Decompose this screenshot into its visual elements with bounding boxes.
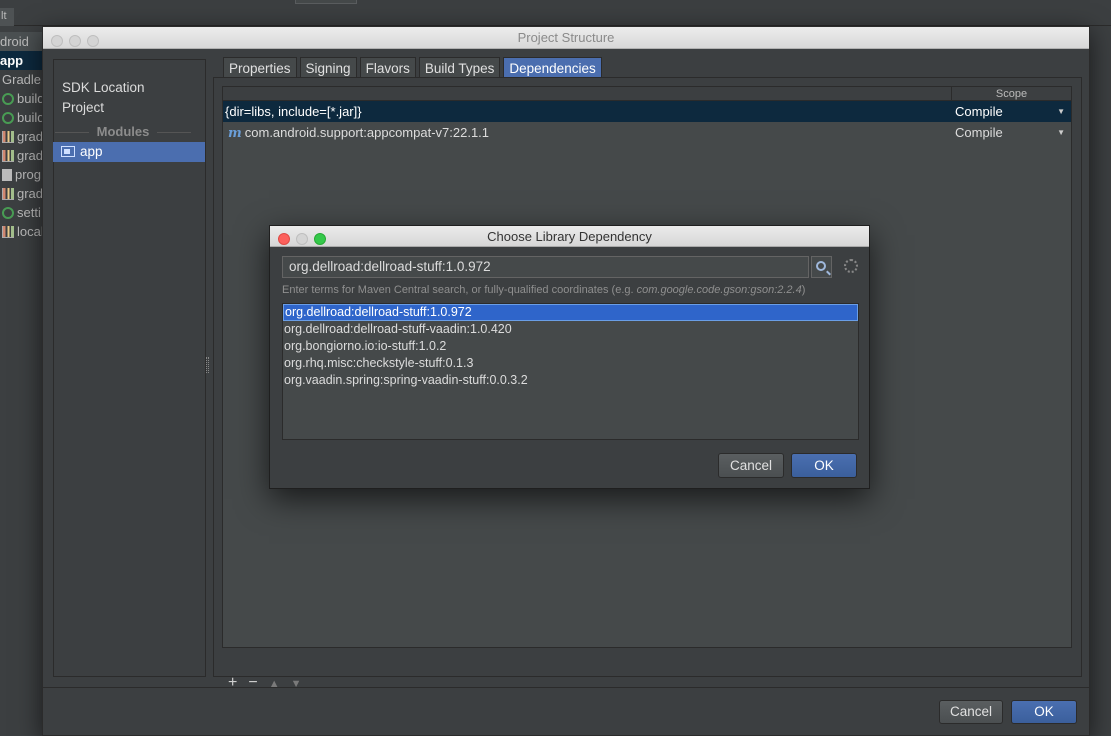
tree-item-build-gradle[interactable]: build xyxy=(0,89,42,108)
dropdown-arrow-icon[interactable]: ▼ xyxy=(1057,122,1065,143)
ide-project-panel: droid app Gradle S build build grad grad… xyxy=(0,26,42,736)
properties-file-icon xyxy=(2,150,14,162)
table-row[interactable]: m com.android.support:appcompat-v7:22.1.1… xyxy=(223,122,1071,143)
tree-item-gradle-properties[interactable]: grad xyxy=(0,127,42,146)
tree-item-label: build xyxy=(17,110,42,125)
dropdown-arrow-icon[interactable]: ▼ xyxy=(1057,101,1065,122)
dependency-name: com.android.support:appcompat-v7:22.1.1 xyxy=(244,125,490,140)
scope-value[interactable]: Compile xyxy=(955,122,1003,143)
tab-build-types[interactable]: Build Types xyxy=(418,57,501,79)
tree-item-gradle-properties[interactable]: grad xyxy=(0,184,42,203)
search-icon xyxy=(816,261,826,271)
module-icon xyxy=(61,146,75,157)
gradle-icon xyxy=(2,93,14,105)
zoom-button[interactable] xyxy=(87,35,99,47)
gradle-icon xyxy=(2,112,14,124)
scope-value[interactable]: Compile xyxy=(955,101,1003,122)
tab-properties[interactable]: Properties xyxy=(223,57,297,79)
tree-item-label: grad xyxy=(17,186,42,201)
tree-item-local-properties[interactable]: local xyxy=(0,222,42,241)
properties-file-icon xyxy=(2,131,14,143)
window-controls xyxy=(51,32,105,54)
close-button[interactable] xyxy=(278,233,290,245)
cancel-button[interactable]: Cancel xyxy=(939,700,1003,724)
tree-item-proguard[interactable]: prog xyxy=(0,165,42,184)
ide-toolbar: lt xyxy=(0,0,1111,26)
tree-item-gradle-scripts[interactable]: Gradle S xyxy=(0,70,42,89)
tree-item-label: grad xyxy=(17,129,42,144)
tree-item-label: setti xyxy=(17,205,41,220)
list-item[interactable]: org.rhq.misc:checkstyle-stuff:0.1.3 xyxy=(283,355,858,372)
properties-file-icon xyxy=(2,226,14,238)
tree-item-build-gradle[interactable]: build xyxy=(0,108,42,127)
properties-file-icon xyxy=(2,188,14,200)
ide-search-field[interactable] xyxy=(295,0,357,4)
window-title: Project Structure xyxy=(517,30,615,45)
library-search-input[interactable]: org.dellroad:dellroad-stuff:1.0.972 xyxy=(282,256,809,278)
ide-editor-tab[interactable]: lt xyxy=(0,8,14,26)
gradle-icon xyxy=(2,207,14,219)
text-file-icon xyxy=(2,169,12,181)
window-button-bar: Cancel OK xyxy=(43,687,1089,735)
zoom-button[interactable] xyxy=(314,233,326,245)
sidebar-item-project[interactable]: Project xyxy=(62,100,104,115)
project-view-selector[interactable]: droid xyxy=(0,32,42,51)
tree-item-label: app xyxy=(0,53,24,68)
sidebar-item-label: app xyxy=(80,144,103,159)
splitter-handle[interactable] xyxy=(206,357,209,373)
sidebar-item-sdk-location[interactable]: SDK Location xyxy=(62,80,145,95)
tree-item-app[interactable]: app xyxy=(0,51,42,70)
tree-item-gradle-properties[interactable]: grad xyxy=(0,146,42,165)
minimize-button[interactable] xyxy=(296,233,308,245)
dialog-title: Choose Library Dependency xyxy=(487,229,652,244)
tree-item-label: build xyxy=(17,91,42,106)
dialog-window-controls xyxy=(278,230,332,251)
tree-item-label: Gradle S xyxy=(2,72,42,87)
choose-library-dialog: Choose Library Dependency org.dellroad:d… xyxy=(269,225,870,489)
scope-column-header[interactable]: Scope xyxy=(951,87,1071,101)
tree-item-label: local xyxy=(17,224,42,239)
dependency-name: {dir=libs, include=[*.jar]} xyxy=(225,104,362,119)
dialog-ok-button[interactable]: OK xyxy=(791,453,857,478)
table-row[interactable]: {dir=libs, include=[*.jar]} Compile ▼ xyxy=(223,101,1071,122)
list-item[interactable]: org.dellroad:dellroad-stuff-vaadin:1.0.4… xyxy=(283,321,858,338)
maven-icon: m xyxy=(228,126,242,141)
ok-button[interactable]: OK xyxy=(1011,700,1077,724)
hint-text: Enter terms for Maven Central search, or… xyxy=(282,284,637,296)
list-item[interactable]: org.vaadin.spring:spring-vaadin-stuff:0.… xyxy=(283,372,858,389)
search-hint: Enter terms for Maven Central search, or… xyxy=(282,284,805,296)
search-button[interactable] xyxy=(811,256,832,278)
dialog-cancel-button[interactable]: Cancel xyxy=(718,453,784,478)
modules-header: Modules xyxy=(53,124,193,139)
tab-signing[interactable]: Signing xyxy=(299,57,357,79)
window-titlebar[interactable]: Project Structure xyxy=(43,27,1089,49)
minimize-button[interactable] xyxy=(69,35,81,47)
hint-text-end: ) xyxy=(801,284,806,296)
list-item[interactable]: org.dellroad:dellroad-stuff:1.0.972 xyxy=(283,304,858,321)
search-results-list: org.dellroad:dellroad-stuff:1.0.972 org.… xyxy=(282,303,859,440)
tree-item-label: prog xyxy=(15,167,42,182)
tree-item-label: grad xyxy=(17,148,42,163)
dialog-titlebar[interactable]: Choose Library Dependency xyxy=(270,226,869,247)
sidebar-item-app[interactable]: app xyxy=(53,142,205,162)
list-item[interactable]: org.bongiorno.io:io-stuff:1.0.2 xyxy=(283,338,858,355)
tab-flavors[interactable]: Flavors xyxy=(359,57,416,79)
tab-bar: Properties Signing Flavors Build Types D… xyxy=(223,57,605,79)
close-button[interactable] xyxy=(51,35,63,47)
hint-example: com.google.code.gson:gson:2.2.4 xyxy=(636,284,802,296)
tab-dependencies[interactable]: Dependencies xyxy=(503,57,602,79)
table-header: Scope xyxy=(223,87,1071,101)
loading-spinner-icon xyxy=(844,259,858,273)
tree-item-settings-gradle[interactable]: setti xyxy=(0,203,42,222)
project-view-label: droid xyxy=(0,34,29,49)
